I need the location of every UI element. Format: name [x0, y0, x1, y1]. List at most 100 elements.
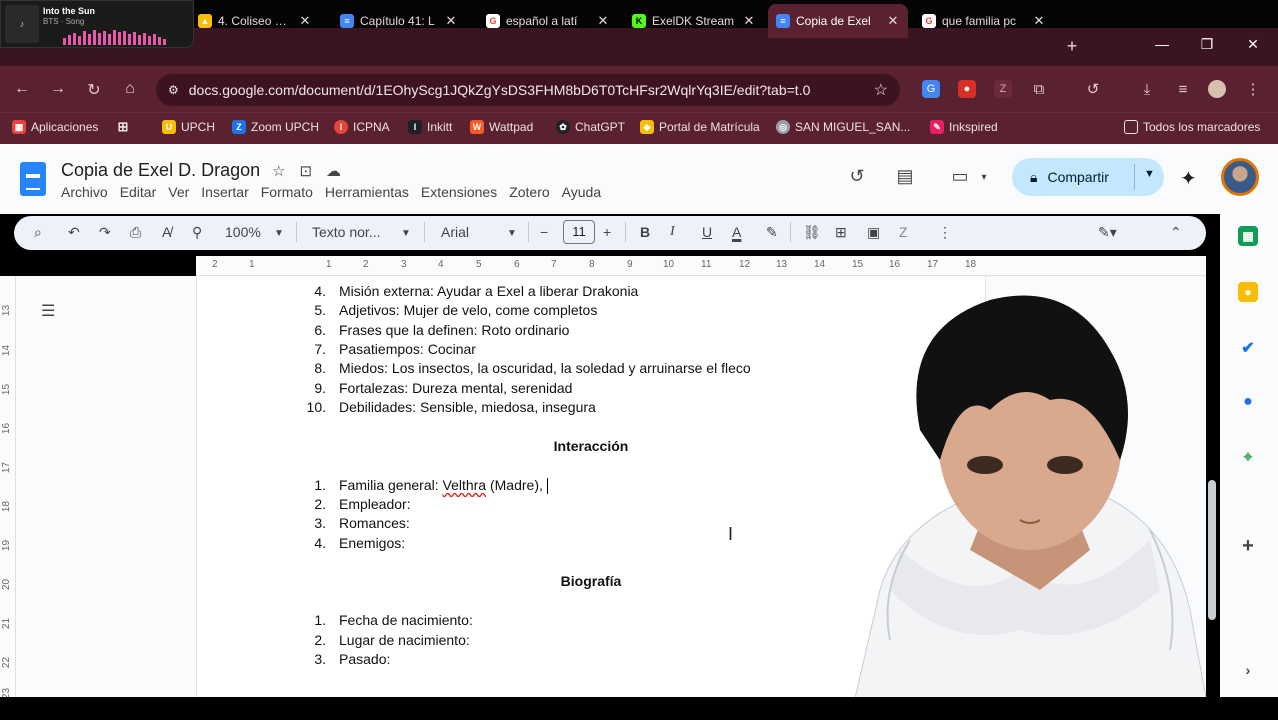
chevron-right-icon[interactable]: › [1238, 660, 1258, 680]
bookmark-san-miguel[interactable]: ◎ SAN MIGUEL_SAN... [776, 118, 910, 136]
close-icon[interactable]: ✕ [444, 13, 458, 29]
close-icon[interactable]: ✕ [1032, 13, 1046, 29]
list-item[interactable]: Frases que la definen: Roto ordinario [339, 322, 569, 338]
more-options-icon[interactable]: ⋮ [938, 224, 952, 241]
font-select[interactable]: Arial [441, 224, 469, 240]
tab-2[interactable]: G español a latí ✕ [478, 4, 618, 38]
list-item[interactable]: Empleador: [339, 496, 411, 512]
site-info-icon[interactable]: ⚙ [168, 83, 179, 97]
tab-5[interactable]: G que familia pc ✕ [914, 4, 1054, 38]
history-icon[interactable]: ↺ [1084, 80, 1102, 98]
list-item[interactable]: Misión externa: Ayudar a Exel a liberar … [339, 283, 638, 299]
paragraph-style-select[interactable]: Texto nor... [312, 224, 380, 240]
omnibox[interactable]: ⚙ docs.google.com/document/d/1EOhyScg1JQ… [156, 74, 900, 106]
menu-zotero[interactable]: Zotero [509, 184, 549, 200]
close-icon[interactable]: ✕ [298, 13, 312, 29]
text-color-icon[interactable]: A [732, 224, 741, 240]
bookmark-portal[interactable]: ◆ Portal de Matrícula [640, 118, 760, 136]
window-close-button[interactable]: ✕ [1241, 36, 1265, 53]
menu-editar[interactable]: Editar [120, 184, 157, 200]
comments-icon[interactable]: ▤ [893, 166, 917, 187]
download-icon[interactable]: ⤓ [1138, 80, 1156, 98]
back-icon[interactable]: ← [12, 80, 32, 98]
redo-icon[interactable]: ↷ [99, 224, 111, 241]
list-item-familia[interactable]: Familia general: Velthra (Madre), [339, 477, 548, 495]
bold-icon[interactable]: B [640, 224, 650, 240]
bookmark-wattpad[interactable]: W Wattpad [470, 118, 533, 136]
bookmark-star-icon[interactable]: ☆ [874, 80, 888, 100]
menu-extensiones[interactable]: Extensiones [421, 184, 497, 200]
chrome-menu-icon[interactable]: ⋮ [1244, 80, 1262, 98]
document-title[interactable]: Copia de Exel D. Dragon [61, 160, 260, 181]
home-icon[interactable]: ⌂ [120, 80, 140, 98]
translate-extension-icon[interactable]: G [922, 80, 940, 98]
list-item[interactable]: Fortalezas: Dureza mental, serenidad [339, 380, 572, 396]
undo-icon[interactable]: ↶ [68, 224, 80, 241]
minimize-button[interactable]: — [1150, 36, 1174, 52]
menu-archivo[interactable]: Archivo [61, 184, 108, 200]
extension-red-icon[interactable]: ● [958, 80, 976, 98]
link-icon[interactable]: ⛓ [803, 224, 821, 241]
chevron-down-icon[interactable]: ▼ [507, 228, 517, 239]
spellcheck-icon[interactable]: A̸ [162, 224, 171, 240]
share-button[interactable]: 🔒︎ Compartir ▼ [1012, 158, 1164, 196]
version-history-icon[interactable]: ↺ [845, 166, 869, 187]
document-outline-icon[interactable]: ☰ [41, 301, 55, 321]
close-icon[interactable]: ✕ [742, 13, 756, 29]
url-text[interactable]: docs.google.com/document/d/1EOhyScg1JQkZ… [189, 82, 864, 98]
tasks-icon[interactable]: ✔ [1238, 338, 1258, 358]
chevron-down-icon[interactable]: ▾ [972, 172, 996, 183]
chevron-down-icon[interactable]: ▼ [1144, 168, 1155, 180]
docs-logo-icon[interactable] [20, 162, 46, 196]
list-item[interactable]: Adjetivos: Mujer de velo, come completos [339, 302, 597, 318]
bookmark-chatgpt[interactable]: ✿ ChatGPT [556, 118, 625, 136]
reload-icon[interactable]: ↻ [84, 80, 104, 100]
add-comment-icon[interactable]: ⊞ [835, 224, 847, 241]
extensions-puzzle-icon[interactable]: ⧉ [1030, 80, 1048, 98]
add-addon-icon[interactable]: + [1238, 535, 1258, 557]
list-item[interactable]: Romances: [339, 515, 410, 531]
profile-avatar-icon[interactable] [1208, 80, 1226, 98]
zotero-extension-icon[interactable]: Z [994, 80, 1012, 98]
list-item[interactable]: Fecha de nacimiento: [339, 612, 473, 628]
list-item[interactable]: Lugar de nacimiento: [339, 632, 470, 648]
keep-icon[interactable]: ● [1238, 282, 1258, 302]
now-playing-widget[interactable]: ♪ Into the Sun BTS · Song [0, 0, 194, 48]
list-item[interactable]: Miedos: Los insectos, la oscuridad, la s… [339, 360, 751, 376]
move-folder-icon[interactable]: ⊡ [299, 162, 312, 180]
list-item[interactable]: Pasatiempos: Cocinar [339, 341, 476, 357]
star-icon[interactable]: ☆ [272, 162, 285, 180]
sheets-calendar-icon[interactable]: ▦ [1238, 226, 1258, 246]
account-avatar[interactable] [1221, 158, 1259, 196]
menu-ayuda[interactable]: Ayuda [562, 184, 601, 200]
list-item[interactable]: Enemigos: [339, 535, 405, 551]
chevron-down-icon[interactable]: ▼ [274, 228, 284, 239]
meet-icon[interactable]: ▭ [948, 166, 972, 187]
increase-font-icon[interactable]: + [603, 224, 611, 240]
zotero-icon[interactable]: Z [899, 224, 908, 240]
menu-ver[interactable]: Ver [168, 184, 189, 200]
close-icon[interactable]: ✕ [886, 13, 900, 29]
decrease-font-icon[interactable]: − [540, 224, 548, 240]
new-tab-button[interactable]: + [1062, 36, 1082, 57]
cloud-saved-icon[interactable]: ☁ [326, 162, 341, 180]
print-icon[interactable]: ⎙ [130, 224, 141, 241]
bookmark-icpna[interactable]: I ICPNA [334, 118, 390, 136]
search-icon[interactable]: ⌕ [34, 224, 42, 241]
tab-3[interactable]: K ExelDK Stream ✕ [624, 4, 764, 38]
all-bookmarks[interactable]: Todos los marcadores [1124, 118, 1260, 136]
underline-icon[interactable]: U [702, 224, 712, 240]
hide-menus-icon[interactable]: ⌃ [1170, 224, 1182, 241]
bookmark-inkitt[interactable]: I Inkitt [408, 118, 452, 136]
paint-format-icon[interactable]: ⚲ [192, 224, 202, 241]
chevron-down-icon[interactable]: ▼ [401, 228, 411, 239]
font-size-input[interactable]: 11 [563, 220, 595, 244]
media-controls-icon[interactable]: ≡ [1174, 80, 1192, 98]
forward-icon[interactable]: → [48, 80, 68, 98]
bookmark-grid[interactable]: ⊞ [116, 118, 130, 136]
misspelled-word[interactable]: Velthra [443, 477, 487, 493]
maps-icon[interactable]: ⌖ [1238, 448, 1258, 468]
gemini-sparkle-icon[interactable]: ✦ [1180, 166, 1197, 191]
highlight-icon[interactable]: ✎ [766, 224, 778, 241]
insert-image-icon[interactable]: ▣ [867, 224, 880, 241]
